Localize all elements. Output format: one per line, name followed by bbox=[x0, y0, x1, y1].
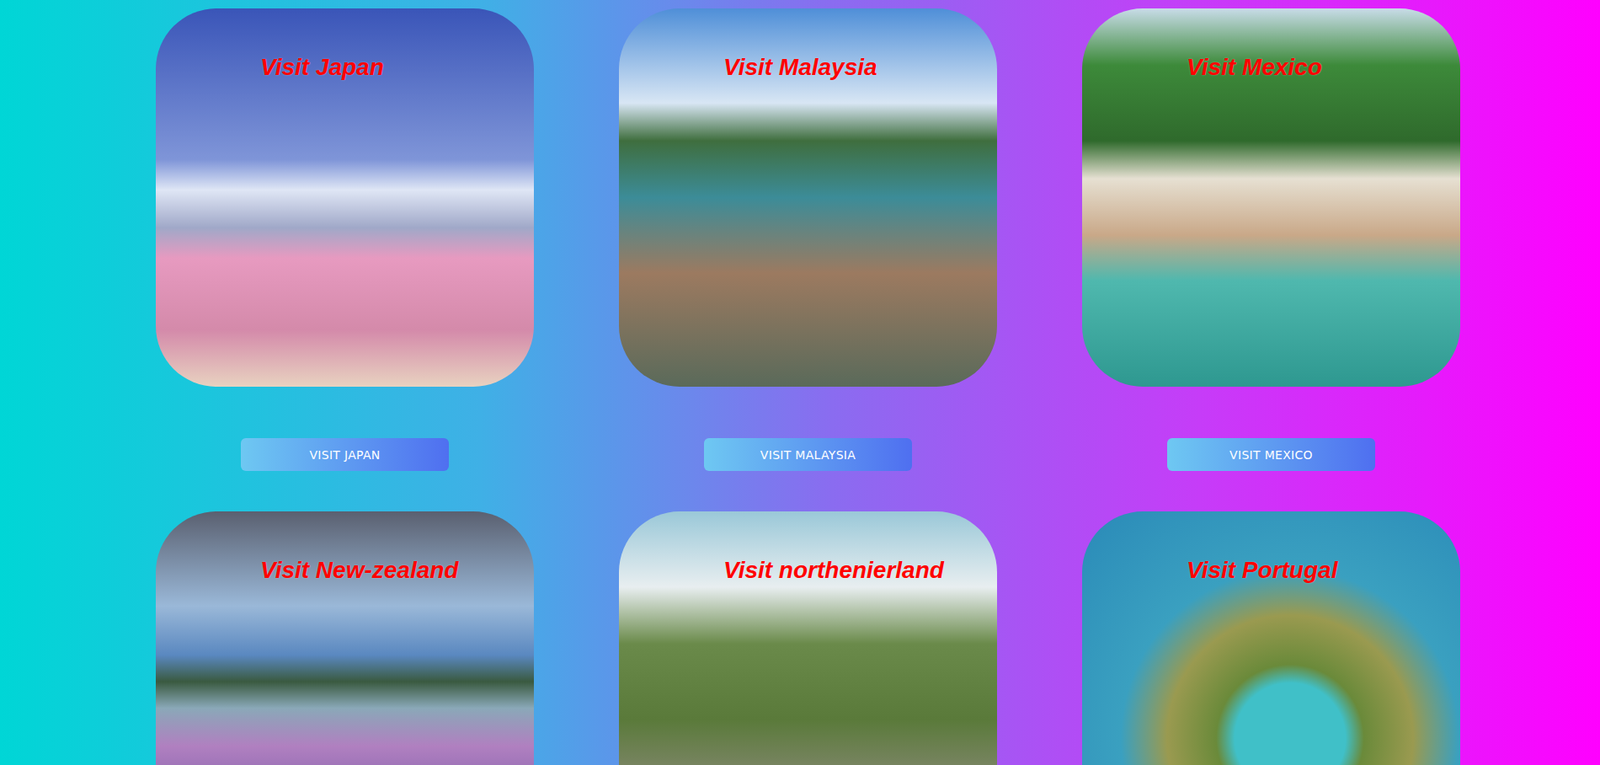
destination-grid: Visit Japan VISIT JAPAN Visit Malaysia VISI… bbox=[0, 0, 1600, 765]
destination-item: Visit northenierland bbox=[618, 511, 998, 765]
destination-card[interactable]: Visit northenierland bbox=[618, 511, 998, 765]
card-title: Visit Mexico bbox=[1186, 53, 1323, 81]
destination-card[interactable]: Visit New-zealand bbox=[155, 511, 534, 765]
card-title: Visit Portugal bbox=[1186, 556, 1338, 584]
destination-card[interactable]: Visit Malaysia bbox=[618, 8, 998, 387]
destinations-page: Visit Japan VISIT JAPAN Visit Malaysia VISI… bbox=[0, 0, 1600, 765]
visit-button[interactable]: VISIT MALAYSIA bbox=[704, 437, 912, 471]
destination-card[interactable]: Visit Portugal bbox=[1082, 511, 1461, 765]
card-title: Visit Japan bbox=[260, 53, 384, 81]
card-title: Visit Malaysia bbox=[723, 53, 878, 81]
destination-item: Visit Portugal bbox=[1082, 511, 1461, 765]
visit-button[interactable]: VISIT JAPAN bbox=[240, 437, 449, 471]
destination-card[interactable]: Visit Mexico bbox=[1082, 8, 1461, 387]
destination-item: Visit Malaysia VISIT MALAYSIA bbox=[618, 8, 998, 512]
destination-item: Visit Japan VISIT JAPAN bbox=[155, 8, 534, 512]
destination-item: Visit New-zealand bbox=[155, 511, 534, 765]
card-title: Visit New-zealand bbox=[260, 556, 459, 584]
destination-item: Visit Mexico VISIT MEXICO bbox=[1082, 8, 1461, 512]
destination-card[interactable]: Visit Japan bbox=[155, 8, 534, 387]
card-title: Visit northenierland bbox=[723, 556, 944, 584]
visit-button[interactable]: VISIT MEXICO bbox=[1167, 437, 1376, 471]
